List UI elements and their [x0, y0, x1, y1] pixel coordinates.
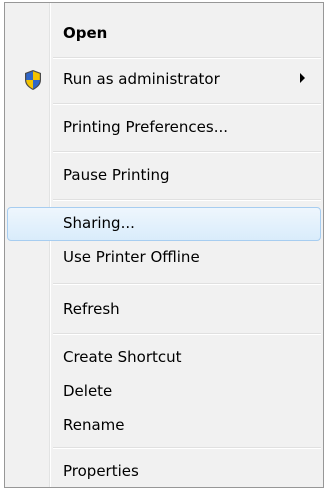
uac-shield-icon — [23, 69, 43, 91]
submenu-arrow-icon — [300, 73, 305, 83]
menu-item-refresh[interactable]: Refresh — [7, 293, 321, 325]
context-menu: Open Run as administrator Printing Prefe… — [4, 2, 324, 488]
menu-separator — [53, 447, 321, 449]
menu-item-label: Open — [63, 24, 108, 42]
menu-separator — [53, 333, 321, 335]
menu-item-label: Create Shortcut — [63, 348, 182, 366]
menu-item-properties[interactable]: Properties — [7, 455, 321, 487]
menu-item-label: Run as administrator — [63, 70, 220, 88]
menu-item-label: Properties — [63, 462, 139, 480]
menu-item-printing-preferences[interactable]: Printing Preferences... — [7, 111, 321, 143]
menu-item-create-shortcut[interactable]: Create Shortcut — [7, 341, 321, 373]
menu-item-use-printer-offline[interactable]: Use Printer Offline — [7, 241, 321, 273]
menu-item-pause-printing[interactable]: Pause Printing — [7, 159, 321, 191]
menu-item-label: Use Printer Offline — [63, 248, 200, 266]
menu-item-label: Delete — [63, 382, 113, 400]
menu-separator — [53, 103, 321, 105]
menu-item-open[interactable]: Open — [7, 17, 321, 49]
menu-separator — [53, 57, 321, 59]
menu-item-run-as-administrator[interactable]: Run as administrator — [7, 63, 321, 95]
menu-item-rename[interactable]: Rename — [7, 409, 321, 441]
menu-separator — [53, 151, 321, 153]
menu-item-delete[interactable]: Delete — [7, 375, 321, 407]
menu-item-label: Rename — [63, 416, 125, 434]
menu-item-label: Pause Printing — [63, 166, 170, 184]
menu-separator — [53, 199, 321, 201]
menu-item-label: Sharing... — [63, 214, 135, 232]
menu-item-label: Printing Preferences... — [63, 118, 228, 136]
menu-separator — [53, 283, 321, 285]
menu-item-label: Refresh — [63, 300, 120, 318]
menu-item-sharing[interactable]: Sharing... — [7, 207, 321, 241]
